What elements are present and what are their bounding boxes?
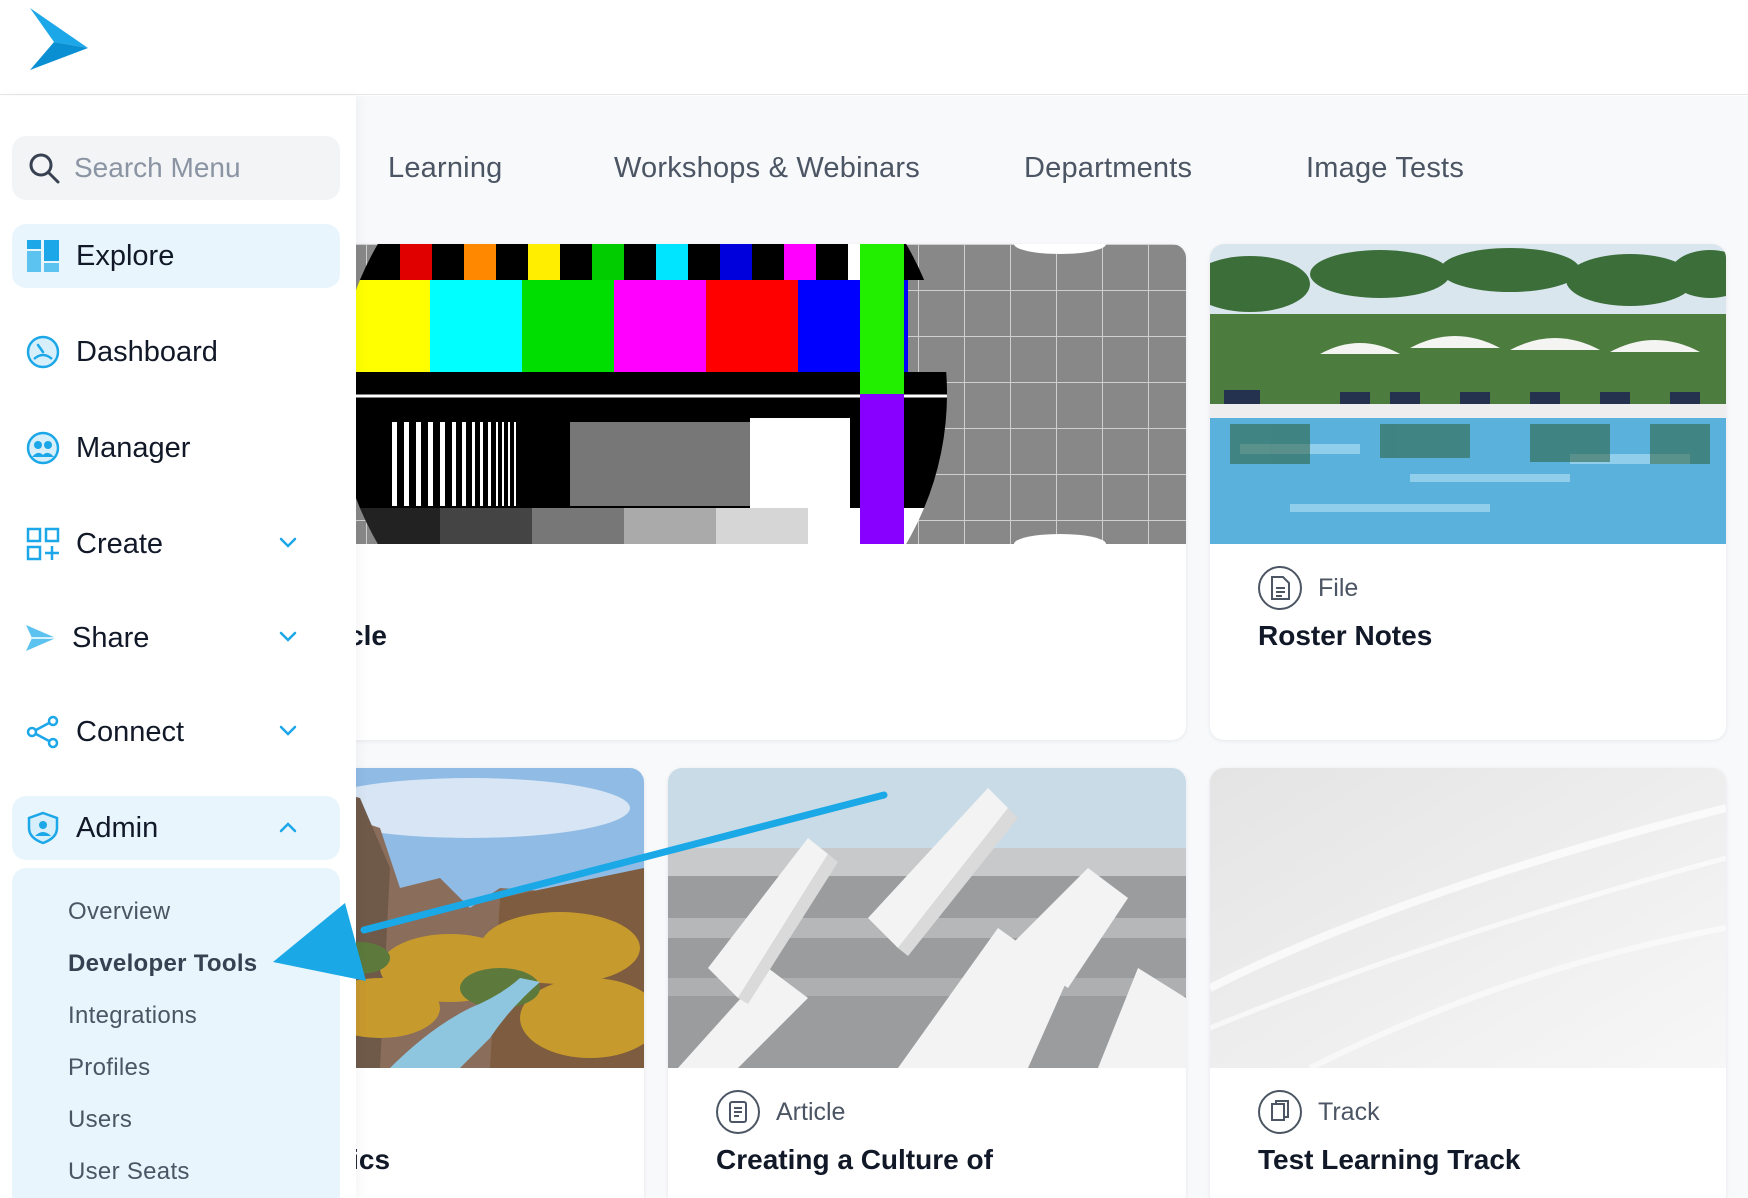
- dashboard-gauge-icon: [26, 335, 60, 369]
- search-icon: [29, 153, 60, 184]
- sidebar-item-label: Connect: [76, 715, 185, 748]
- sidebar-item-dashboard[interactable]: Dashboard: [12, 320, 340, 384]
- top-bar: [0, 0, 1748, 95]
- card-type-row: Article: [716, 1090, 845, 1134]
- sidebar-item-manager[interactable]: Manager: [12, 416, 340, 480]
- tab-workshops-webinars[interactable]: Workshops & Webinars: [614, 152, 920, 185]
- admin-subitem-users[interactable]: Users: [68, 1106, 132, 1134]
- admin-submenu: Overview Developer Tools Integrations Pr…: [12, 868, 340, 1198]
- share-paper-plane-icon: [26, 625, 56, 651]
- content-card[interactable]: Track Test Learning Track: [1210, 768, 1726, 1198]
- admin-subitem-integrations[interactable]: Integrations: [68, 1002, 197, 1030]
- admin-subitem-user-seats[interactable]: User Seats: [68, 1158, 190, 1186]
- sidebar-item-label: Explore: [76, 239, 175, 272]
- admin-subitem-developer-tools[interactable]: Developer Tools: [68, 950, 257, 978]
- card-title[interactable]: Creating a Culture of: [716, 1144, 993, 1176]
- sidebar-item-admin[interactable]: Admin: [12, 796, 340, 860]
- create-add-icon: [26, 527, 60, 561]
- chevron-down-icon[interactable]: [278, 724, 298, 738]
- card-type-row: File: [1258, 566, 1358, 610]
- card-type-label: Article: [776, 1097, 846, 1126]
- sidebar-item-label: Create: [76, 527, 164, 560]
- brand-logo-icon[interactable]: [26, 6, 90, 72]
- article-icon: [716, 1090, 760, 1134]
- card-type-label: Track: [1318, 1097, 1380, 1126]
- tab-image-tests[interactable]: Image Tests: [1306, 152, 1464, 185]
- card-type-label: File: [1318, 573, 1359, 602]
- sidebar-item-label: Share: [72, 621, 150, 654]
- card-thumbnail-architecture: [668, 768, 1186, 1068]
- admin-subitem-overview[interactable]: Overview: [68, 898, 170, 926]
- content-card[interactable]: asics: [320, 768, 644, 1198]
- content-card[interactable]: Article Creating a Culture of: [668, 768, 1186, 1198]
- content-card[interactable]: rticle: [320, 244, 1186, 740]
- sidebar-item-label: Admin: [76, 811, 159, 844]
- explore-grid-icon: [27, 240, 59, 272]
- sidebar-menu: Explore Dashboard Manager Create: [0, 96, 356, 1198]
- tab-learning[interactable]: Learning: [388, 152, 502, 185]
- card-thumbnail-test-pattern: [320, 244, 1186, 544]
- card-thumbnail-pool: [1210, 244, 1726, 544]
- admin-shield-icon: [27, 811, 59, 845]
- connect-share-nodes-icon: [26, 715, 59, 749]
- card-thumbnail-canyon: [320, 768, 644, 1068]
- manager-people-icon: [26, 431, 60, 465]
- sidebar-item-connect[interactable]: Connect: [12, 700, 340, 764]
- admin-subitem-profiles[interactable]: Profiles: [68, 1054, 150, 1082]
- chevron-up-icon[interactable]: [278, 820, 298, 834]
- sidebar-item-explore[interactable]: Explore: [12, 224, 340, 288]
- chevron-down-icon[interactable]: [278, 630, 298, 644]
- search-menu-input[interactable]: [74, 152, 324, 184]
- content-card[interactable]: File Roster Notes: [1210, 244, 1726, 740]
- sidebar-item-label: Dashboard: [76, 335, 218, 368]
- card-title[interactable]: Test Learning Track: [1258, 1144, 1520, 1176]
- sidebar-item-create[interactable]: Create: [12, 512, 340, 576]
- track-icon: [1258, 1090, 1302, 1134]
- sidebar-item-share[interactable]: Share: [12, 606, 340, 670]
- card-type-row: Track: [1258, 1090, 1380, 1134]
- search-menu-box[interactable]: [12, 136, 340, 200]
- chevron-down-icon[interactable]: [278, 536, 298, 550]
- card-thumbnail-abstract: [1210, 768, 1726, 1068]
- sidebar-item-label: Manager: [76, 431, 191, 464]
- card-title[interactable]: Roster Notes: [1258, 620, 1432, 652]
- file-icon: [1258, 566, 1302, 610]
- tab-departments[interactable]: Departments: [1024, 152, 1192, 185]
